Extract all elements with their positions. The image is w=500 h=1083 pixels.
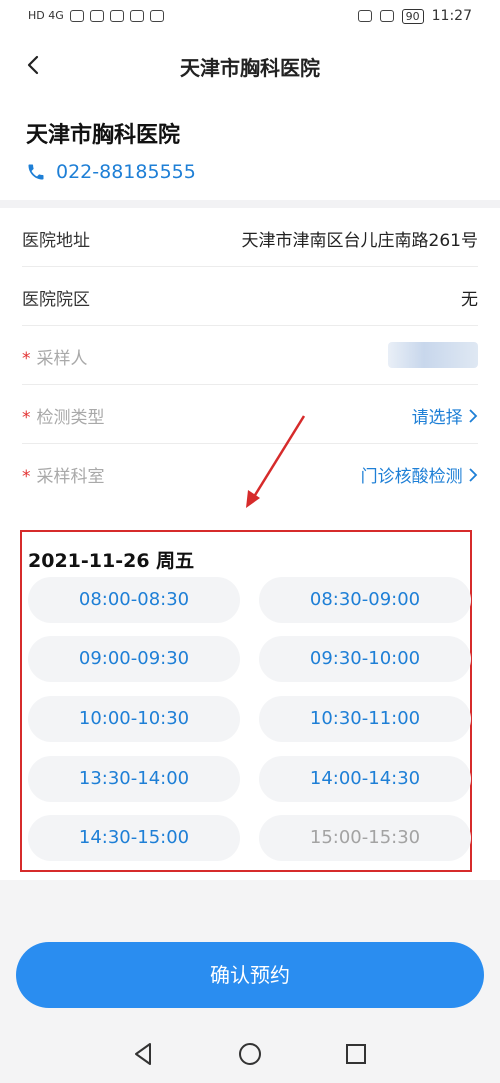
app-icon — [149, 9, 164, 22]
campus-value: 无 — [461, 290, 478, 310]
system-back-icon[interactable] — [130, 1040, 158, 1068]
system-home-icon[interactable] — [236, 1040, 264, 1068]
status-bar: HD 4G 90 11:27 — [0, 0, 500, 36]
time-slot-disabled: 15:00-15:30 — [259, 815, 471, 861]
page-title: 天津市胸科医院 — [180, 56, 320, 80]
slot-date: 2021-11-26 周五 — [28, 550, 195, 572]
status-left: HD 4G — [28, 9, 164, 22]
confirm-button[interactable]: 确认预约 — [16, 942, 484, 1008]
signal-icon — [69, 9, 84, 22]
status-time: 11:27 — [431, 8, 472, 24]
time-slot[interactable]: 13:30-14:00 — [28, 756, 240, 802]
chevron-right-icon — [469, 409, 478, 423]
dept-value: 门诊核酸检测 — [360, 467, 463, 487]
address-value: 天津市津南区台儿庄南路261号 — [241, 231, 478, 251]
phone-number: 022-88185555 — [56, 161, 196, 183]
sampler-row[interactable]: * 采样人 — [22, 326, 478, 385]
time-slot[interactable]: 09:30-10:00 — [259, 636, 471, 682]
test-type-label-wrap: * 检测类型 — [22, 403, 105, 428]
dept-label-wrap: * 采样科室 — [22, 462, 105, 487]
time-slot[interactable]: 14:00-14:30 — [259, 756, 471, 802]
time-slot[interactable]: 08:00-08:30 — [28, 577, 240, 623]
dept-label: 采样科室 — [36, 467, 105, 487]
message-icon — [109, 9, 124, 22]
test-type-value: 请选择 — [411, 408, 463, 428]
phone-icon — [28, 164, 44, 180]
required-mark: * — [22, 467, 31, 487]
nfc-icon — [357, 10, 372, 22]
status-right: 90 11:27 — [357, 8, 472, 24]
address-label: 医院地址 — [22, 231, 90, 251]
time-slot[interactable]: 10:30-11:00 — [259, 696, 471, 742]
sampler-value-blurred[interactable] — [388, 342, 478, 368]
battery-icon: 90 — [401, 8, 424, 24]
dept-select[interactable]: 门诊核酸检测 — [361, 462, 478, 487]
required-mark: * — [22, 408, 31, 428]
sampler-label: 采样人 — [36, 349, 88, 369]
test-type-select[interactable]: 请选择 — [412, 403, 478, 428]
time-slot[interactable]: 09:00-09:30 — [28, 636, 240, 682]
address-row: 医院地址 天津市津南区台儿庄南路261号 — [22, 208, 478, 267]
time-slot[interactable]: 08:30-09:00 — [259, 577, 471, 623]
sampler-label-wrap: * 采样人 — [22, 344, 88, 369]
test-type-label: 检测类型 — [36, 408, 105, 428]
campus-row: 医院院区 无 — [22, 267, 478, 326]
weibo-icon — [129, 9, 144, 22]
time-slot[interactable]: 10:00-10:30 — [28, 696, 240, 742]
annotation-arrow-icon — [246, 415, 306, 508]
network-label: HD 4G — [28, 9, 64, 22]
required-mark: * — [22, 349, 31, 369]
system-recents-icon[interactable] — [342, 1040, 370, 1068]
hospital-name: 天津市胸科医院 — [26, 123, 181, 148]
time-slot[interactable]: 14:30-15:00 — [28, 815, 240, 861]
phone-link[interactable]: 022-88185555 — [26, 161, 196, 183]
wifi-icon — [89, 9, 104, 22]
chevron-right-icon — [469, 468, 478, 482]
alarm-icon — [379, 10, 394, 22]
campus-label: 医院院区 — [22, 290, 90, 310]
